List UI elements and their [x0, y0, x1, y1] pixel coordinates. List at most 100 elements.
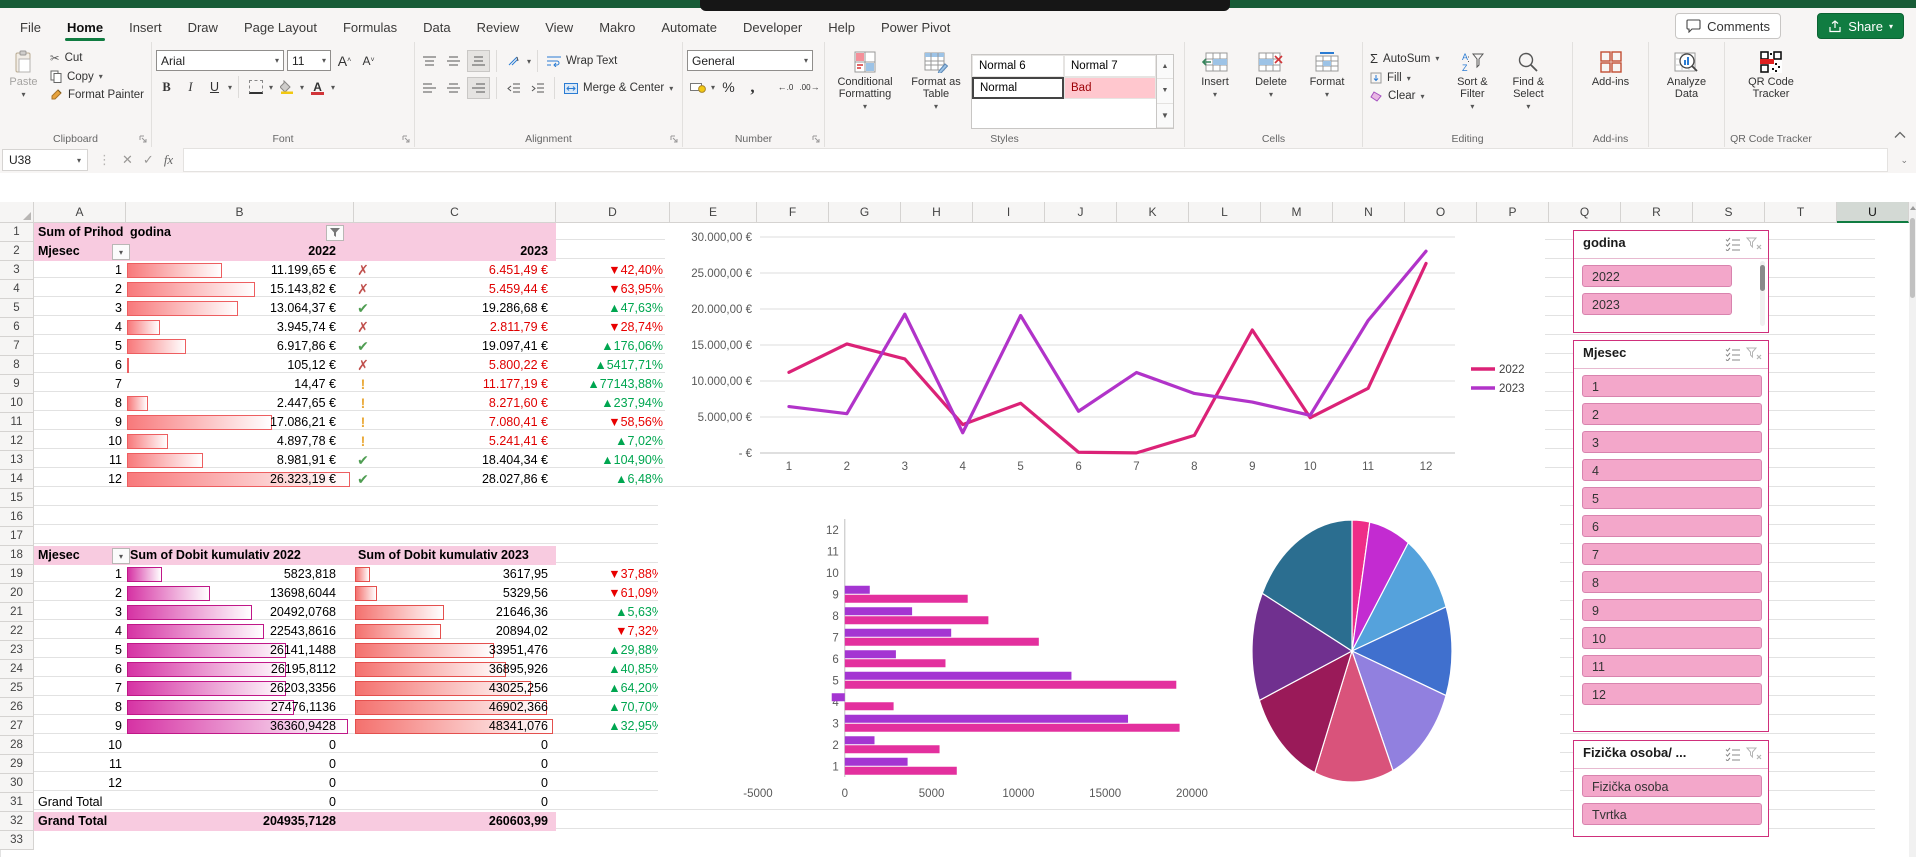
pivot-dobit-value-2022[interactable]: 26195,8112: [166, 660, 336, 679]
vertical-scrollbar[interactable]: [1909, 202, 1916, 857]
pivot-dobit-delta[interactable]: ▼7,32%: [493, 622, 663, 641]
pivot-dobit-month[interactable]: 1: [0, 565, 122, 584]
pivot-prihod-value-2022[interactable]: 6.917,86 €: [166, 337, 336, 356]
pivot-dobit-month[interactable]: 11: [0, 755, 122, 774]
percent-style-button[interactable]: %: [718, 77, 739, 97]
tab-power-pivot[interactable]: Power Pivot: [869, 15, 962, 42]
pivot-dobit-subtotal-2022[interactable]: 0: [166, 793, 336, 812]
pivot-dobit-field-mjesec[interactable]: Mjesec: [38, 546, 80, 565]
slicer-mjesec-item-4[interactable]: 4: [1582, 459, 1762, 481]
slicer-mjesec-item-8[interactable]: 8: [1582, 571, 1762, 593]
gallery-down-icon[interactable]: ▼: [1157, 79, 1173, 104]
align-left-button[interactable]: [419, 78, 440, 98]
clear-filter-icon[interactable]: [1745, 236, 1763, 252]
orientation-button[interactable]: [503, 51, 524, 71]
cell-style-normal-6[interactable]: Normal 6: [972, 55, 1064, 77]
pivot-dobit-month[interactable]: 3: [0, 603, 122, 622]
gallery-up-icon[interactable]: ▲: [1157, 55, 1173, 80]
slicer-fizicka-osoba[interactable]: Fizička osoba/ ... Fizička osoba Tvrtka: [1573, 740, 1769, 837]
underline-button[interactable]: U: [204, 77, 225, 97]
tab-home[interactable]: Home: [55, 15, 115, 42]
cell-style-bad[interactable]: Bad: [1064, 77, 1156, 99]
column-header-C[interactable]: C: [354, 202, 556, 223]
slicer-godina[interactable]: godina 2022 2023: [1573, 230, 1769, 333]
format-painter-button[interactable]: Format Painter: [47, 87, 147, 102]
pivot-prihod-month[interactable]: 3: [0, 299, 122, 318]
pivot-dobit-value-2022[interactable]: 26141,1488: [166, 641, 336, 660]
accounting-format-button[interactable]: [687, 77, 708, 97]
expand-formula-bar-icon[interactable]: ⌄: [1900, 155, 1908, 166]
align-top-button[interactable]: [419, 51, 440, 71]
increase-decimal-button[interactable]: ← .0: [775, 77, 796, 97]
pivot-prihod-delta[interactable]: ▲77143,88%: [493, 375, 663, 394]
pivot-dobit-delta[interactable]: ▲70,70%: [493, 698, 663, 717]
pivot-prihod-value-2022[interactable]: 8.981,91 €: [166, 451, 336, 470]
pivot-prihod-delta[interactable]: ▲47,63%: [493, 299, 663, 318]
tab-view[interactable]: View: [533, 15, 585, 42]
pivot-field-godina[interactable]: godina: [130, 223, 171, 242]
pivot-dobit-value-2023[interactable]: 0: [378, 755, 548, 774]
tab-makro[interactable]: Makro: [587, 15, 647, 42]
gallery-more-icon[interactable]: ▼: [1157, 103, 1173, 128]
slicer-godina-scrollbar-thumb[interactable]: [1760, 265, 1765, 291]
slicer-mjesec-item-7[interactable]: 7: [1582, 543, 1762, 565]
slicer-godina-item-2022[interactable]: 2022: [1582, 265, 1732, 287]
tab-file[interactable]: File: [8, 15, 53, 42]
row-header-32[interactable]: 32: [0, 812, 34, 831]
pivot-dobit-value-2022[interactable]: 0: [166, 774, 336, 793]
pivot-prihod-month[interactable]: 2: [0, 280, 122, 299]
clear-button[interactable]: Clear ▾: [1367, 89, 1442, 103]
wrap-text-button[interactable]: Wrap Text: [544, 54, 620, 68]
slicer-mjesec-item-9[interactable]: 9: [1582, 599, 1762, 621]
paste-button[interactable]: Paste ▾: [4, 46, 43, 129]
font-family-select[interactable]: Arial ▾: [156, 50, 284, 71]
slicer-mjesec-item-1[interactable]: 1: [1582, 375, 1762, 397]
find-select-button[interactable]: Find & Select ▾: [1502, 46, 1554, 129]
slicer-mjesec-item-6[interactable]: 6: [1582, 515, 1762, 537]
column-header-K[interactable]: K: [1117, 202, 1189, 223]
pivot-prihod-value-2022[interactable]: 14,47 €: [166, 375, 336, 394]
pivot-dobit-delta[interactable]: ▲5,63%: [493, 603, 663, 622]
cancel-entry-icon[interactable]: ✕: [122, 152, 133, 168]
pivot-dobit-month[interactable]: 7: [0, 679, 122, 698]
multi-select-icon[interactable]: [1724, 746, 1742, 762]
column-header-T[interactable]: T: [1765, 202, 1837, 223]
column-header-P[interactable]: P: [1477, 202, 1549, 223]
tab-automate[interactable]: Automate: [649, 15, 729, 42]
pivot-prihod-month[interactable]: 1: [0, 261, 122, 280]
decrease-font-button[interactable]: A ˅: [358, 51, 379, 71]
row-header-18[interactable]: 18: [0, 546, 34, 565]
column-header-A[interactable]: A: [34, 202, 126, 223]
pivot-prihod-value-2022[interactable]: 17.086,21 €: [166, 413, 336, 432]
pivot-dobit-month[interactable]: 2: [0, 584, 122, 603]
pivot-dobit-value-2022[interactable]: 26203,3356: [166, 679, 336, 698]
pivot-prihod-month[interactable]: 10: [0, 432, 122, 451]
tab-page-layout[interactable]: Page Layout: [232, 15, 329, 42]
pivot-dobit-grand-label[interactable]: Grand Total: [38, 812, 107, 831]
pivot-dobit-month[interactable]: 8: [0, 698, 122, 717]
multi-select-icon[interactable]: [1724, 346, 1742, 362]
slicer-fizicka-osoba-item-tvrtka[interactable]: Tvrtka: [1582, 803, 1762, 825]
pivot-prihod-delta[interactable]: ▼63,95%: [493, 280, 663, 299]
pivot-dobit-delta[interactable]: ▲29,88%: [493, 641, 663, 660]
row-header-16[interactable]: 16: [0, 508, 34, 527]
row-header-17[interactable]: 17: [0, 527, 34, 546]
italic-button[interactable]: I: [180, 77, 201, 97]
mjesec-dropdown-button[interactable]: ▾: [112, 244, 130, 260]
pivot-prihod-title[interactable]: Sum of Prihod: [38, 223, 123, 242]
pivot-prihod-delta[interactable]: ▼58,56%: [493, 413, 663, 432]
pivot-prihod-value-2022[interactable]: 13.064,37 €: [166, 299, 336, 318]
column-header-Q[interactable]: Q: [1549, 202, 1621, 223]
number-format-select[interactable]: General ▾: [687, 50, 813, 71]
borders-button[interactable]: [245, 77, 266, 97]
fill-color-button[interactable]: [276, 77, 297, 97]
row-header-15[interactable]: 15: [0, 489, 34, 508]
column-header-S[interactable]: S: [1693, 202, 1765, 223]
name-box[interactable]: U38 ▾: [2, 149, 88, 171]
pivot-dobit-value-2022[interactable]: 13698,6044: [166, 584, 336, 603]
column-header-H[interactable]: H: [901, 202, 973, 223]
font-color-button[interactable]: A: [307, 77, 328, 97]
align-center-button[interactable]: [443, 78, 464, 98]
slicer-mjesec-item-2[interactable]: 2: [1582, 403, 1762, 425]
row-header-31[interactable]: 31: [0, 793, 34, 812]
